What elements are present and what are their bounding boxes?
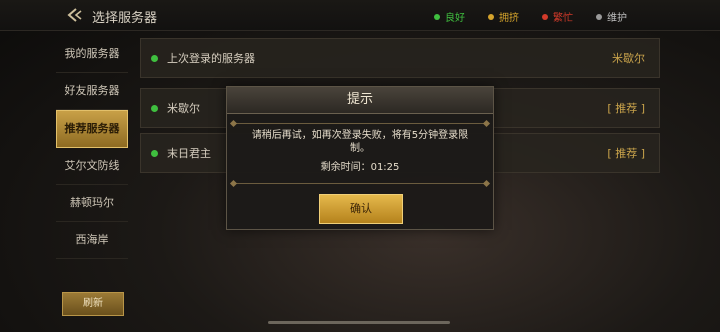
sidebar-item-elvenguard[interactable]: 艾尔文防线	[56, 148, 128, 185]
status-good-dot	[151, 105, 158, 112]
status-good-dot	[151, 55, 158, 62]
back-arrow-icon[interactable]	[66, 6, 84, 24]
legend-busy: 繁忙	[542, 9, 573, 24]
recommend-tag: [ 推荐 ]	[607, 147, 645, 160]
sidebar-item-west-coast[interactable]: 西海岸	[56, 222, 128, 259]
legend-crowded-label: 拥挤	[499, 13, 519, 24]
status-good-dot	[434, 13, 440, 20]
dialog-message: 请稍后再试，如再次登录失败，将有5分钟登录限制。	[251, 130, 469, 154]
legend-busy-label: 繁忙	[553, 13, 573, 24]
sidebar-item-friend-servers[interactable]: 好友服务器	[56, 73, 128, 110]
dialog-title: 提示	[227, 87, 493, 114]
status-crowded-dot	[488, 13, 494, 20]
login-limit-dialog: 提示 请稍后再试，如再次登录失败，将有5分钟登录限制。 剩余时间：01:25 确…	[226, 86, 494, 230]
status-maintenance-dot	[596, 13, 602, 20]
dialog-top-divider	[233, 123, 487, 124]
top-bar: 选择服务器 良好 拥挤 繁忙 维护	[0, 0, 720, 31]
last-login-row[interactable]: 上次登录的服务器 米歇尔	[140, 38, 660, 78]
status-good-dot	[151, 150, 158, 157]
dialog-bottom-divider	[233, 183, 487, 184]
server-name: 末日君主	[167, 147, 211, 160]
recommend-tag: [ 推荐 ]	[607, 102, 645, 115]
last-login-server: 米歇尔	[612, 52, 645, 65]
legend-maintenance: 维护	[596, 9, 627, 24]
status-busy-dot	[542, 13, 548, 20]
server-category-sidebar: 我的服务器 好友服务器 推荐服务器 艾尔文防线 赫顿玛尔 西海岸	[56, 36, 128, 259]
last-login-label: 上次登录的服务器	[167, 52, 255, 65]
page-title: 选择服务器	[92, 11, 158, 26]
sidebar-item-my-servers[interactable]: 我的服务器	[56, 36, 128, 73]
dialog-timer: 剩余时间：01:25	[227, 158, 493, 173]
timer-value: 01:25	[370, 162, 400, 173]
legend-crowded: 拥挤	[488, 9, 519, 24]
legend-good: 良好	[434, 9, 465, 24]
confirm-button[interactable]: 确认	[319, 194, 403, 224]
legend-maintenance-label: 维护	[607, 13, 627, 24]
legend-good-label: 良好	[445, 13, 465, 24]
sidebar-item-recommended-servers[interactable]: 推荐服务器	[56, 110, 128, 148]
home-indicator[interactable]	[268, 321, 450, 324]
sidebar-item-hendon-myre[interactable]: 赫顿玛尔	[56, 185, 128, 222]
refresh-button[interactable]: 刷新	[62, 292, 124, 316]
timer-label: 剩余时间：	[320, 162, 371, 173]
server-name: 米歇尔	[167, 102, 200, 115]
